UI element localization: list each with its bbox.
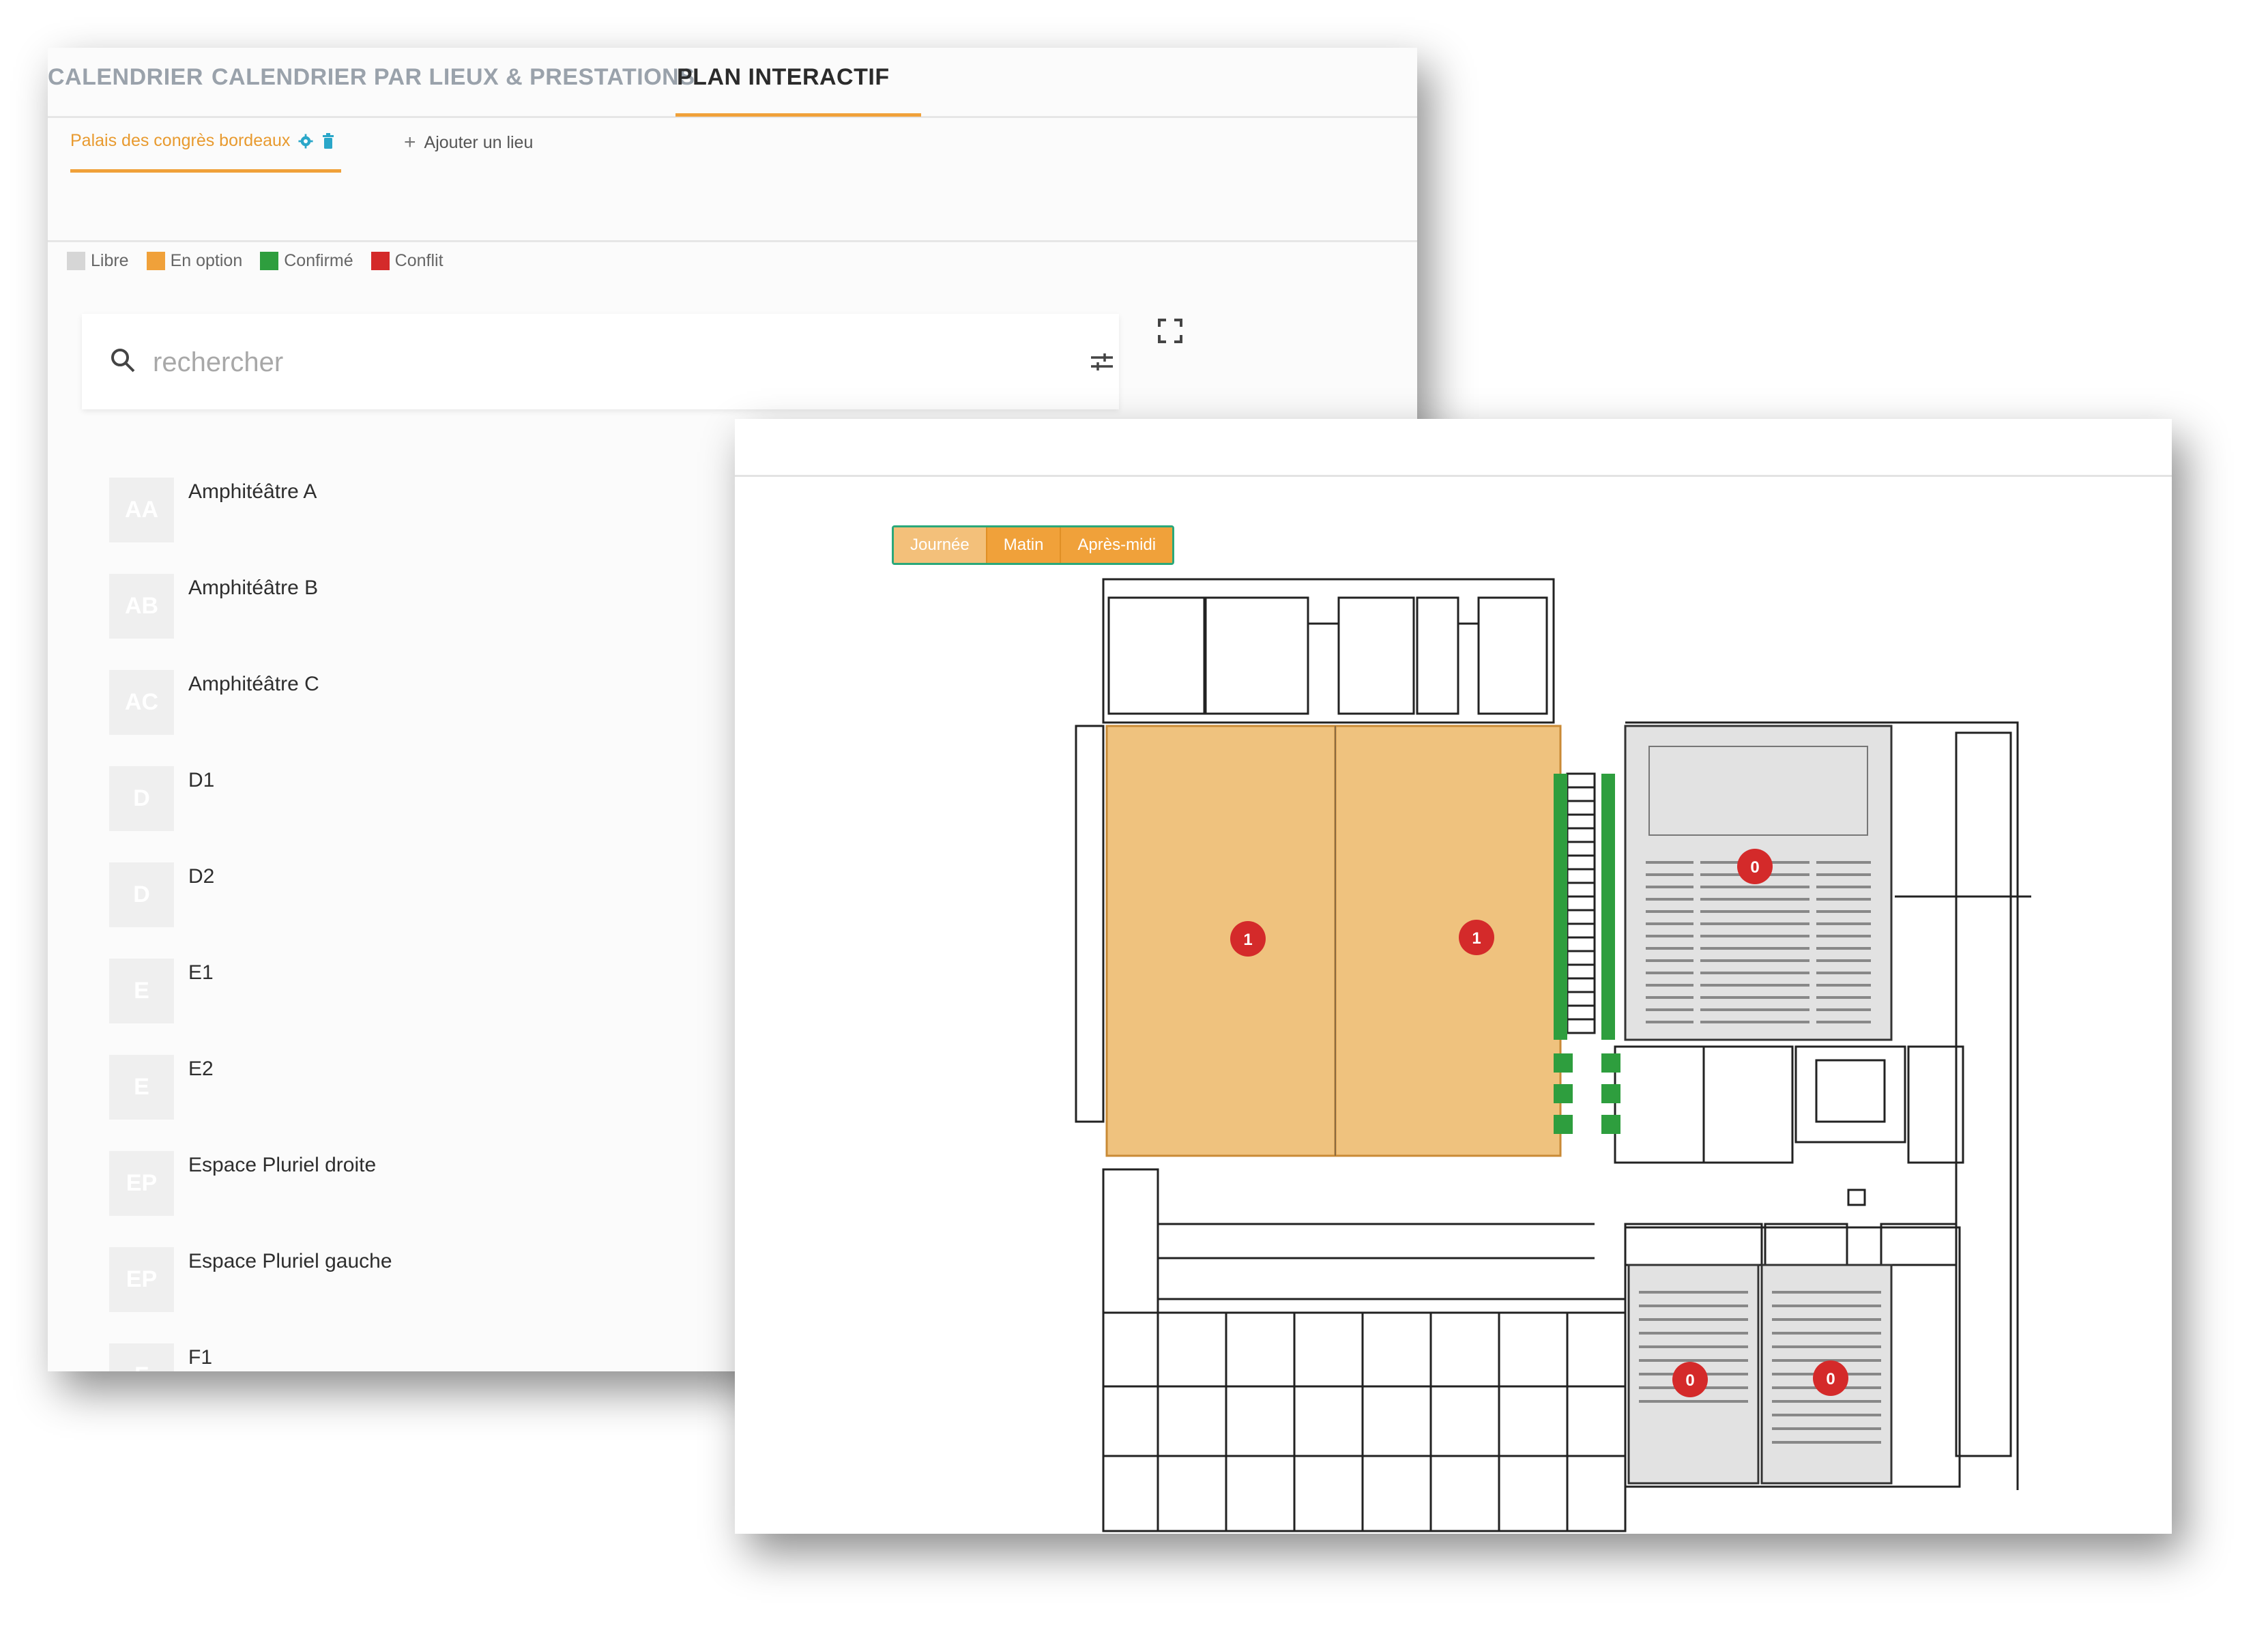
tab-calendrier[interactable]: CALENDRIER [48,64,203,91]
marker-count: 0 [1750,858,1759,877]
legend-swatch [370,252,390,270]
avatar: AC [109,670,174,735]
hall-left-room[interactable] [1105,725,1337,1157]
marker-count: 0 [1685,1371,1694,1390]
list-item[interactable]: F F1 [109,1343,723,1371]
avatar: E [109,959,174,1023]
legend-swatch [146,252,165,270]
list-item[interactable]: E E1 [109,959,723,1027]
room-name: E2 [188,1058,214,1080]
room-name: Amphitéâtre C [188,673,319,695]
add-place-button[interactable]: + Ajouter un lieu [404,131,533,154]
room-name: Amphitéâtre A [188,480,317,503]
avatar: E [109,1055,174,1120]
list-item[interactable]: AC Amphitéâtre C [109,670,723,738]
marker-count: 1 [1472,929,1481,948]
list-item[interactable]: D D2 [109,862,723,931]
legend-libre: Libre [67,251,129,271]
marker-hall-left[interactable]: 1 [1230,921,1266,957]
confirmed-corridor[interactable] [1601,774,1615,1040]
status-legend: Libre En option Confirmé Conflit [67,251,444,271]
room-name: F1 [188,1346,213,1369]
fullscreen-icon[interactable] [1157,317,1184,345]
avatar: AB [109,574,174,639]
room-name: Espace Pluriel droite [188,1154,377,1176]
legend-swatch [260,252,279,270]
tab-calendrier-par-lieux[interactable]: CALENDRIER PAR LIEUX & PRESTATIONS [212,64,695,91]
list-item[interactable]: AB Amphitéâtre B [109,574,723,642]
room-name: E1 [188,961,214,984]
marker-amphitheatre-top[interactable]: 0 [1737,849,1773,884]
interactive-plan-window: Journée Matin Après-midi 1 1 0 0 0 [735,419,2172,1534]
legend-label: Libre [91,251,129,270]
room-name: D1 [188,769,215,791]
search-icon [111,349,135,373]
room-name: Espace Pluriel gauche [188,1250,392,1272]
legend-en-option: En option [146,251,243,271]
legend-conflit: Conflit [370,251,444,271]
marker-count: 1 [1243,931,1252,949]
marker-amphitheatre-bottom-right[interactable]: 0 [1813,1360,1848,1396]
top-wing [1102,578,1555,724]
marker-hall-right[interactable]: 1 [1459,920,1494,955]
venue-name: Palais des congrès bordeaux [70,131,291,150]
list-item[interactable]: EP Espace Pluriel droite [109,1151,723,1219]
search-bar [82,314,1119,409]
list-item[interactable]: EP Espace Pluriel gauche [109,1247,723,1315]
tab-plan-interactif[interactable]: PLAN INTERACTIF [677,64,890,91]
venue-tab[interactable]: Palais des congrès bordeaux [70,131,335,151]
settings-icon[interactable] [298,133,313,149]
marker-amphitheatre-bottom-left[interactable]: 0 [1672,1362,1708,1397]
legend-confirme: Confirmé [260,251,353,271]
filter-icon[interactable] [1088,348,1116,375]
list-item[interactable]: D D1 [109,766,723,834]
floor-plan: 1 1 0 0 0 [1075,578,2031,1532]
avatar: F [109,1343,174,1371]
venue-tab-indicator [70,169,341,173]
trash-icon[interactable] [321,132,335,149]
marker-count: 0 [1826,1370,1835,1388]
confirmed-corridor[interactable] [1554,774,1567,1040]
legend-label: En option [170,251,243,270]
avatar: D [109,862,174,927]
legend-label: Conflit [394,251,444,270]
room-name: D2 [188,865,215,888]
avatar: D [109,766,174,831]
plus-icon: + [404,131,416,154]
legend-label: Confirmé [284,251,353,270]
avatar: EP [109,1151,174,1216]
list-item[interactable]: E E2 [109,1055,723,1123]
hall-right-room[interactable] [1334,725,1562,1157]
add-place-label: Ajouter un lieu [424,132,534,152]
list-item[interactable]: AA Amphitéâtre A [109,478,723,546]
avatar: AA [109,478,174,542]
search-input[interactable] [151,340,973,385]
main-tabs: CALENDRIER CALENDRIER PAR LIEUX & PRESTA… [48,48,1417,118]
room-name: Amphitéâtre B [188,577,319,599]
avatar: EP [109,1247,174,1312]
legend-swatch [67,252,85,270]
